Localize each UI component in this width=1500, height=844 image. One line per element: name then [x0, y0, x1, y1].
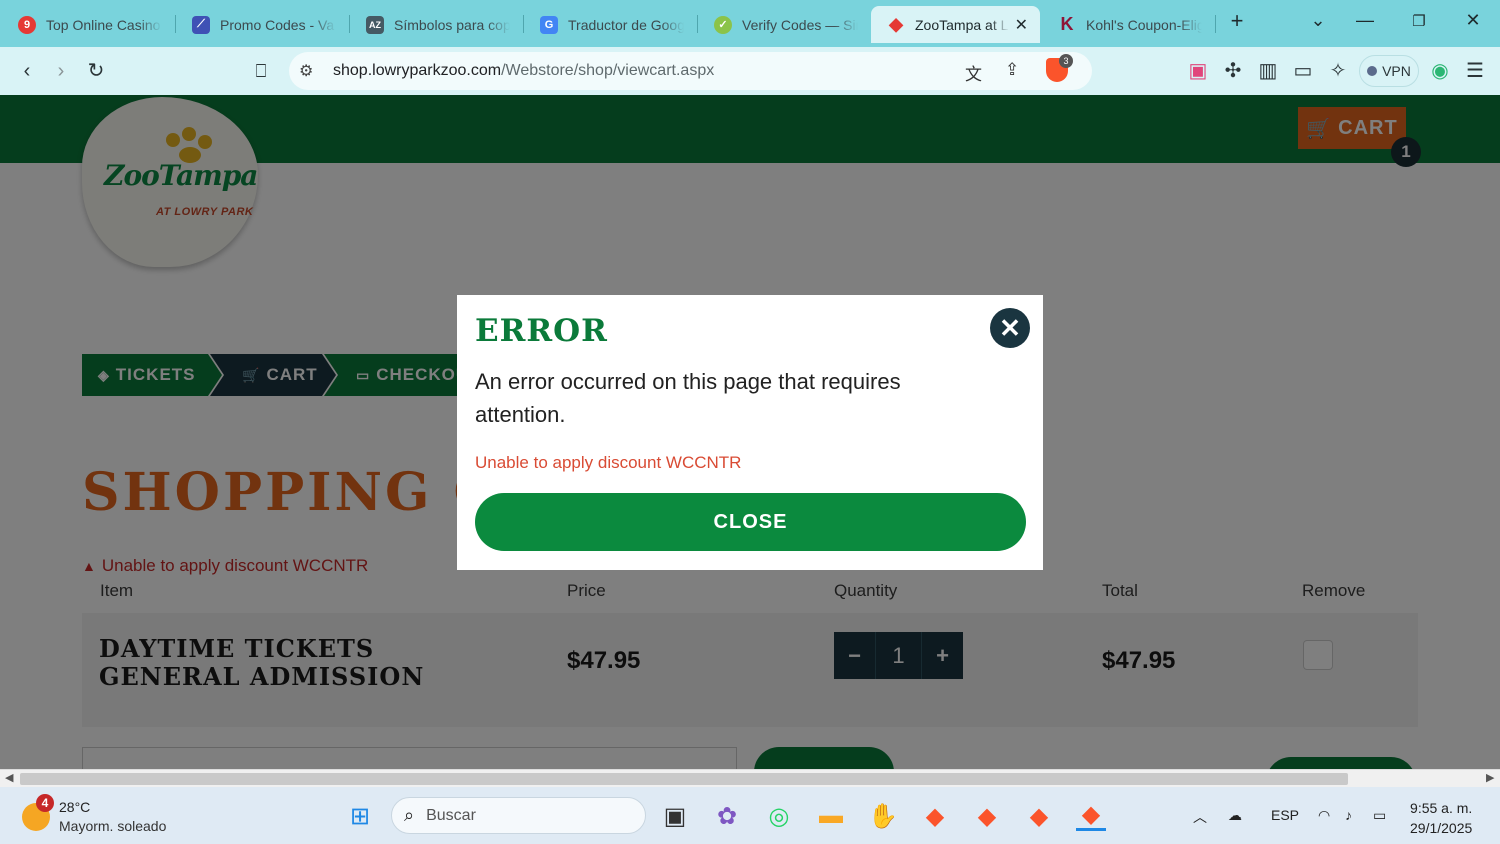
- wallet-icon[interactable]: ▭: [1290, 58, 1316, 84]
- tab-zootampa[interactable]: ◆ ZooTampa at L ✕: [871, 6, 1040, 43]
- rewards-icon[interactable]: ▣: [1185, 58, 1211, 84]
- dialog-error-text: Unable to apply discount WCCNTR: [475, 453, 742, 472]
- site-settings-icon[interactable]: ⚙: [299, 61, 313, 81]
- scroll-left-icon[interactable]: ◀: [5, 771, 13, 784]
- address-bar[interactable]: ⚙ shop.lowryparkzoo.com/Webstore/shop/vi…: [289, 52, 1092, 90]
- copilot-icon[interactable]: ✿: [712, 801, 742, 831]
- close-window-button[interactable]: ✕: [1458, 10, 1488, 31]
- restore-button[interactable]: ❐: [1404, 12, 1434, 30]
- forward-icon[interactable]: ›: [48, 58, 74, 84]
- brave-nightly-icon[interactable]: ◆: [1024, 801, 1054, 831]
- tab-separator: [1215, 15, 1216, 33]
- browser-tab-strip: 9 Top Online Casino ⟋ Promo Codes - Va A…: [0, 0, 1500, 47]
- close-button[interactable]: CLOSE: [475, 493, 1026, 551]
- brave-icon[interactable]: ◆: [920, 801, 950, 831]
- casino-icon: 9: [18, 15, 36, 34]
- tab-traductor[interactable]: G Traductor de Goog: [524, 6, 696, 43]
- verify-icon: ✓: [714, 15, 732, 34]
- vpn-button[interactable]: VPN: [1359, 55, 1419, 87]
- new-tab-button[interactable]: +: [1222, 8, 1252, 34]
- sidebar-icon[interactable]: ▥: [1255, 58, 1281, 84]
- minimize-button[interactable]: —: [1350, 10, 1380, 31]
- menu-icon[interactable]: ☰: [1462, 58, 1488, 84]
- vpn-label: VPN: [1382, 63, 1411, 79]
- file-explorer-icon[interactable]: ▬: [816, 801, 846, 831]
- brave-active-icon[interactable]: ◆: [1076, 801, 1106, 831]
- tab-title: Símbolos para cop: [394, 16, 510, 33]
- weather-badge: 4: [36, 794, 54, 812]
- wifi-icon[interactable]: ◠: [1318, 807, 1330, 824]
- leo-ai-icon[interactable]: ✧: [1325, 58, 1351, 84]
- error-dialog: ERROR ✕ An error occurred on this page t…: [457, 295, 1043, 570]
- search-placeholder: Buscar: [426, 806, 476, 824]
- tab-title: Top Online Casino: [46, 16, 161, 33]
- scrollbar-thumb[interactable]: [20, 773, 1348, 785]
- kohls-icon: K: [1060, 14, 1074, 34]
- windows-start-icon[interactable]: ⊞: [345, 801, 375, 831]
- clock-time: 9:55 a. m.: [1410, 800, 1473, 816]
- browser-toolbar: ‹ › ↻ ⎕ ⚙ shop.lowryparkzoo.com/Webstore…: [0, 47, 1500, 95]
- url-host: shop.lowryparkzoo.com: [333, 62, 502, 79]
- vpn-status-icon: [1367, 66, 1378, 76]
- tab-title: Traductor de Goog: [568, 16, 684, 33]
- translate-icon: G: [540, 15, 558, 34]
- reload-icon[interactable]: ↻: [83, 58, 109, 84]
- tab-verify-codes[interactable]: ✓ Verify Codes — Sir: [698, 6, 870, 43]
- extensions-icon[interactable]: ✣: [1220, 58, 1246, 84]
- dialog-title: ERROR: [475, 313, 608, 349]
- extension-green-icon[interactable]: ◉: [1427, 58, 1453, 84]
- battery-icon[interactable]: ▭: [1373, 807, 1386, 824]
- language-indicator[interactable]: ESP: [1271, 807, 1299, 823]
- share-icon[interactable]: ⇪: [1005, 60, 1019, 80]
- volume-icon[interactable]: ♪: [1345, 807, 1352, 823]
- tab-title: ZooTampa at L: [915, 16, 1009, 33]
- tray-chevron-icon[interactable]: ︿: [1193, 807, 1207, 827]
- tab-list-chevron-icon[interactable]: ⌄: [1303, 10, 1333, 31]
- tab-promo-codes[interactable]: ⟋ Promo Codes - Va: [176, 6, 348, 43]
- windows-taskbar: 4 28°C Mayorm. soleado ⊞ ⌕ Buscar ▣ ✿ ◎ ▬…: [0, 787, 1500, 844]
- bookmark-icon[interactable]: ⎕: [248, 58, 274, 84]
- back-icon[interactable]: ‹: [14, 58, 40, 84]
- close-dialog-icon[interactable]: ✕: [990, 308, 1030, 348]
- weather-temp: 28°C: [59, 799, 91, 815]
- tab-casino[interactable]: 9 Top Online Casino: [2, 6, 174, 43]
- zootampa-tab-icon: ◆: [889, 14, 903, 34]
- url-text[interactable]: shop.lowryparkzoo.com/Webstore/shop/view…: [333, 62, 714, 80]
- tab-kohls[interactable]: K Kohl's Coupon-Elig: [1042, 6, 1214, 43]
- weather-condition: Mayorm. soleado: [59, 818, 167, 834]
- task-view-icon[interactable]: ▣: [660, 801, 690, 831]
- scroll-right-icon[interactable]: ▶: [1486, 771, 1494, 784]
- horizontal-scrollbar[interactable]: ◀ ▶: [0, 769, 1500, 787]
- shield-count-badge: 3: [1059, 54, 1073, 68]
- tab-simbolos[interactable]: AZ Símbolos para cop: [350, 6, 522, 43]
- tab-title: Kohl's Coupon-Elig: [1086, 16, 1202, 33]
- dialog-message: An error occurred on this page that requ…: [475, 369, 901, 427]
- promo-icon: ⟋: [192, 15, 210, 34]
- tab-title: Promo Codes - Va: [220, 16, 335, 33]
- page-viewport: ZooTampa AT LOWRY PARK 🛒CART 1 ◈TICKETS …: [0, 95, 1500, 769]
- brave-beta-icon[interactable]: ◆: [972, 801, 1002, 831]
- url-path: /Webstore/shop/viewcart.aspx: [501, 62, 715, 79]
- system-clock[interactable]: 9:55 a. m. 29/1/2025: [1410, 798, 1472, 838]
- app-hand-icon[interactable]: ✋: [868, 801, 898, 831]
- onedrive-icon[interactable]: ☁: [1228, 807, 1242, 824]
- az-icon: AZ: [366, 15, 384, 34]
- tab-title: Verify Codes — Sir: [742, 16, 858, 33]
- search-icon: ⌕: [404, 805, 415, 825]
- whatsapp-icon[interactable]: ◎: [764, 801, 794, 831]
- close-tab-icon[interactable]: ✕: [1015, 15, 1028, 35]
- taskbar-search[interactable]: ⌕ Buscar: [391, 797, 646, 834]
- clock-date: 29/1/2025: [1410, 820, 1473, 836]
- translate-page-icon[interactable]: 文: [965, 60, 982, 85]
